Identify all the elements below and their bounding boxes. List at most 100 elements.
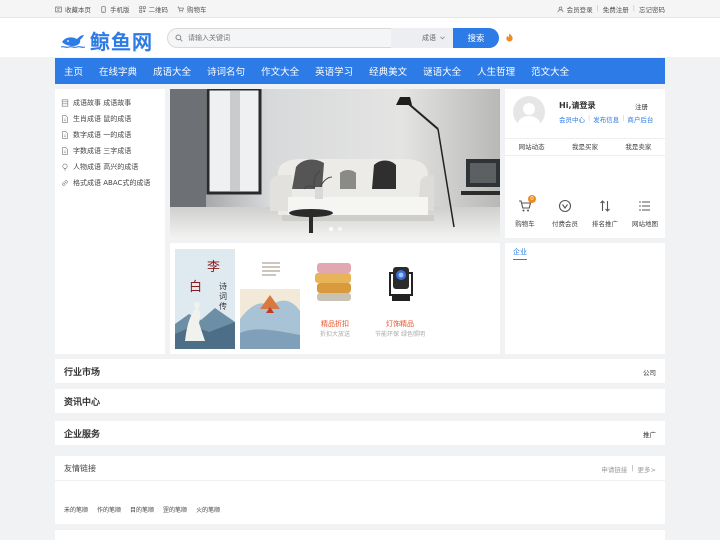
nav-essays[interactable]: 作文大全 bbox=[253, 64, 307, 78]
carousel-dot[interactable] bbox=[328, 227, 333, 231]
section-title[interactable]: 资讯中心 bbox=[64, 395, 100, 408]
separator: | bbox=[588, 114, 591, 122]
separator: | bbox=[631, 464, 634, 472]
menu-item-wordcount-idioms[interactable]: 字数成语 三字成语 bbox=[55, 143, 165, 159]
quick-links: 0 购物车 付费会员 排名推广 网站地图 bbox=[505, 195, 665, 228]
whale-logo-icon bbox=[60, 34, 86, 48]
nav-idioms[interactable]: 成语大全 bbox=[145, 64, 199, 78]
avatar[interactable] bbox=[513, 96, 545, 128]
tab-buyer[interactable]: 我是买家 bbox=[558, 139, 611, 155]
menu-item-idiom-stories[interactable]: 成语故事 成语故事 bbox=[55, 95, 165, 111]
friend-link[interactable]: 火的笔顺 bbox=[196, 505, 220, 514]
quick-cart[interactable]: 0 购物车 bbox=[505, 195, 545, 228]
tab-site-news[interactable]: 网站动态 bbox=[505, 139, 558, 155]
nav-english[interactable]: 英语学习 bbox=[307, 64, 361, 78]
friend-links-list: 禾的笔顺 作的笔顺 目的笔顺 罡的笔顺 火的笔顺 bbox=[64, 505, 220, 514]
qrcode-link[interactable]: 二维码 bbox=[138, 4, 169, 14]
section-more-link[interactable]: 推广 bbox=[643, 429, 656, 439]
section-more-link[interactable]: 公司 bbox=[643, 367, 656, 377]
carousel-dot[interactable] bbox=[337, 227, 342, 231]
quick-link-label: 付费会员 bbox=[552, 220, 578, 228]
default-avatar-icon bbox=[517, 103, 541, 128]
section-title[interactable]: 行业市场 bbox=[64, 365, 100, 378]
quick-sitemap[interactable]: 网站地图 bbox=[625, 199, 665, 228]
quick-ranking[interactable]: 排名推广 bbox=[585, 199, 625, 228]
menu-item-label: 格式成语 ABAC式的成语 bbox=[73, 179, 151, 187]
main-nav: 主页 在线字典 成语大全 诗词名句 作文大全 英语学习 经典美文 谜语大全 人生… bbox=[55, 58, 665, 84]
cart-link[interactable]: 购物车 bbox=[177, 4, 207, 14]
product-subcaption: 折扣大放送 bbox=[319, 331, 350, 338]
search-button[interactable]: 搜索 bbox=[453, 28, 499, 48]
user-links: 会员中心 | 发布信息 | 商户后台 bbox=[559, 114, 653, 124]
member-login-link[interactable]: 会员登录 bbox=[557, 4, 593, 14]
sort-icon bbox=[600, 200, 610, 212]
poet-name-calligraphy: 白 bbox=[189, 279, 202, 295]
separator: | bbox=[622, 114, 625, 122]
mobile-label: 手机版 bbox=[110, 6, 130, 14]
menu-item-people-idioms[interactable]: 人物成语 高兴的成语 bbox=[55, 159, 165, 175]
product-culture-book[interactable] bbox=[240, 249, 300, 349]
top-bar-right: 会员登录 | 免费注册 | 忘记密码 bbox=[557, 4, 665, 14]
lightbulb-icon bbox=[62, 163, 68, 171]
friend-link[interactable]: 罡的笔顺 bbox=[163, 505, 187, 514]
nav-poetry[interactable]: 诗词名句 bbox=[199, 64, 253, 78]
merchant-admin-link[interactable]: 商户后台 bbox=[627, 114, 653, 124]
banner-carousel[interactable] bbox=[170, 89, 500, 238]
cart-icon bbox=[177, 6, 184, 12]
book-title-calligraphy: 传 bbox=[219, 301, 227, 311]
product-discount-towels[interactable]: 精品折扣 折扣大放送 bbox=[305, 249, 365, 349]
nav-riddles[interactable]: 谜语大全 bbox=[415, 64, 469, 78]
nav-home[interactable]: 主页 bbox=[55, 64, 91, 78]
book-icon bbox=[61, 99, 69, 107]
site-name: 鲸鱼网 bbox=[90, 30, 153, 54]
menu-item-format-idioms[interactable]: 格式成语 ABAC式的成语 bbox=[55, 175, 165, 191]
friend-link[interactable]: 禾的笔顺 bbox=[64, 505, 88, 514]
document-icon bbox=[62, 115, 68, 123]
login-prompt[interactable]: Hi,请登录 bbox=[559, 100, 595, 111]
product-poem-book[interactable]: 李 白 诗 词 传 bbox=[175, 249, 235, 349]
register-link[interactable]: 注册 bbox=[635, 101, 648, 111]
nav-online-dictionary[interactable]: 在线字典 bbox=[91, 64, 145, 78]
document-icon bbox=[62, 131, 68, 139]
member-login-label: 会员登录 bbox=[566, 6, 593, 14]
fire-icon[interactable] bbox=[505, 33, 514, 42]
quick-link-label: 排名推广 bbox=[592, 220, 618, 228]
section-title[interactable]: 企业服务 bbox=[64, 427, 100, 440]
forgot-password-link[interactable]: 忘记密码 bbox=[639, 4, 665, 14]
menu-item-zodiac-idioms[interactable]: 生肖成语 鼠的成语 bbox=[55, 111, 165, 127]
friend-link[interactable]: 目的笔顺 bbox=[130, 505, 154, 514]
post-info-link[interactable]: 发布信息 bbox=[593, 114, 619, 124]
document-icon bbox=[62, 147, 68, 155]
nav-life-philosophy[interactable]: 人生哲理 bbox=[469, 64, 523, 78]
search-category-label: 成语 bbox=[422, 34, 436, 42]
menu-item-number-idioms[interactable]: 数字成语 一的成语 bbox=[55, 127, 165, 143]
search-bar: 成语 搜索 bbox=[167, 28, 499, 48]
section-news-center: 资讯中心 bbox=[55, 389, 665, 413]
apply-link-button[interactable]: 申请链接 bbox=[601, 464, 627, 474]
tab-seller[interactable]: 我是卖家 bbox=[612, 139, 665, 155]
mobile-link[interactable]: 手机版 bbox=[100, 4, 130, 14]
nav-classic-prose[interactable]: 经典美文 bbox=[361, 64, 415, 78]
header: 鲸鱼网 成语 搜索 bbox=[0, 18, 720, 57]
search-category-select[interactable]: 成语 bbox=[391, 28, 453, 48]
poet-book-image: 李 白 诗 词 传 bbox=[175, 249, 235, 349]
chevron-down-icon bbox=[440, 36, 445, 40]
friend-links: 友情链接 申请链接 | 更多> 禾的笔顺 作的笔顺 目的笔顺 罡的笔顺 火的笔顺 bbox=[55, 456, 665, 524]
towels-image bbox=[315, 263, 351, 301]
qrcode-label: 二维码 bbox=[148, 6, 169, 14]
member-center-link[interactable]: 会员中心 bbox=[559, 114, 585, 124]
site-logo[interactable]: 鲸鱼网 bbox=[60, 26, 153, 55]
nav-sample-essays[interactable]: 范文大全 bbox=[523, 64, 577, 78]
more-links-button[interactable]: 更多> bbox=[638, 464, 656, 474]
tab-enterprise[interactable]: 企业 bbox=[513, 247, 527, 260]
search-input[interactable] bbox=[188, 34, 378, 42]
product-lighting[interactable]: 灯饰精品 节能环保 绿色照明 bbox=[370, 249, 430, 349]
bookmark-link[interactable]: 收藏本页 bbox=[55, 4, 91, 14]
free-register-link[interactable]: 免费注册 bbox=[603, 4, 629, 14]
quick-vip[interactable]: 付费会员 bbox=[545, 199, 585, 228]
friend-link[interactable]: 作的笔顺 bbox=[97, 505, 121, 514]
bookmark-icon bbox=[55, 6, 62, 12]
separator: | bbox=[632, 4, 635, 12]
mobile-icon bbox=[101, 5, 106, 13]
user-panel: Hi,请登录 注册 会员中心 | 发布信息 | 商户后台 网站动态 我是买家 我… bbox=[505, 89, 665, 238]
